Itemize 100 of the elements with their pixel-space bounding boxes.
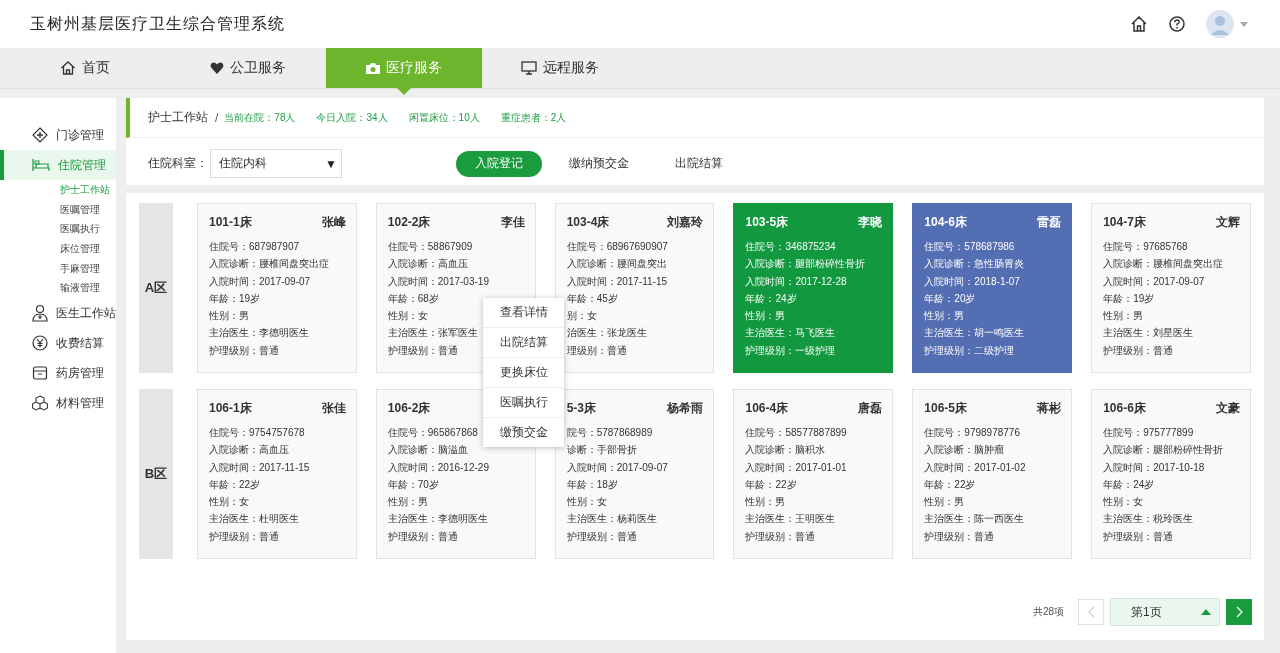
patient-detail: 护理级别：一级护理 bbox=[745, 343, 836, 358]
patient-detail: 年龄：45岁 bbox=[566, 291, 618, 306]
patient-detail: 入院诊断：腿部粉碎性骨折 bbox=[1103, 443, 1224, 458]
patient-detail: 入院诊断：高血压 bbox=[387, 257, 468, 272]
bed-number: 106-6床 bbox=[1103, 399, 1146, 417]
patient-detail: 入院时间：2017-12-28 bbox=[745, 274, 847, 289]
patient-detail: 入院诊断：腿部粉碎性骨折 bbox=[745, 257, 866, 272]
bed-number: 103-4床 bbox=[566, 213, 610, 231]
patient-detail: 住院号：687987907 bbox=[208, 240, 299, 254]
patient-detail: 性别：女 bbox=[1103, 495, 1144, 510]
patient-detail: 护理级别：普通 bbox=[566, 529, 637, 544]
patient-detail: 主治医生：王明医生 bbox=[745, 512, 836, 527]
patient-detail: 主治医生：刘星医生 bbox=[1103, 326, 1194, 341]
patient-detail: 入院诊断：腰椎间盘突出症 bbox=[208, 257, 329, 272]
patient-detail: 入院诊断：脑溢血 bbox=[387, 443, 468, 458]
patient-detail: 入院诊断：急性肠胃炎 bbox=[924, 257, 1025, 272]
patient-detail: 性别：男 bbox=[1103, 309, 1144, 324]
patient-detail: 护理级别：普通 bbox=[1103, 343, 1174, 358]
patient-detail: 性别：男 bbox=[924, 495, 965, 510]
bed-number: 104-6床 bbox=[924, 213, 968, 231]
patient-detail: 性别：男 bbox=[387, 495, 428, 510]
page-title: 护士工作站 bbox=[148, 109, 208, 126]
patient-detail: 住院号：965867868 bbox=[387, 426, 478, 440]
patient-name: 张峰 bbox=[321, 213, 346, 231]
patient-detail: 入院时间：2017-11-15 bbox=[566, 274, 668, 289]
patient-detail: 护理级别：普通 bbox=[208, 529, 279, 544]
patient-name: 雷磊 bbox=[1037, 213, 1062, 231]
bed-number: 103-5床 bbox=[745, 213, 789, 231]
patient-detail: 性别：女 bbox=[208, 495, 249, 510]
department-label: 住院科室： bbox=[148, 155, 208, 172]
patient-detail: 诊断：手部骨折 bbox=[566, 443, 637, 458]
patient-name: 张佳 bbox=[321, 399, 346, 417]
patient-detail: 治医生：张龙医生 bbox=[566, 326, 647, 341]
patient-detail: 主治医生：税玲医生 bbox=[1103, 512, 1194, 527]
patient-detail: 入院时间：2017-09-07 bbox=[566, 460, 668, 475]
patient-detail: 院号：5787868989 bbox=[566, 426, 653, 440]
patient-detail: 主治医生：李德明医生 bbox=[387, 512, 488, 527]
stat-label: 闲置床位：10人 bbox=[408, 110, 480, 125]
patient-name: 文豪 bbox=[1216, 399, 1240, 417]
patient-detail: 入院时间：2018-1-07 bbox=[924, 274, 1020, 289]
patient-detail: 年龄：18岁 bbox=[566, 477, 618, 492]
patient-detail: 年龄：24岁 bbox=[1103, 477, 1155, 492]
app-title: 玉树州基层医疗卫生综合管理系统 bbox=[30, 13, 285, 35]
bed-number: 102-2床 bbox=[387, 213, 431, 231]
patient-detail: 入院诊断：脑肿瘤 bbox=[924, 443, 1005, 458]
patient-detail: 入院时间：2017-11-15 bbox=[208, 460, 310, 475]
zone-label: B区 bbox=[139, 389, 173, 559]
patient-detail: 年龄：24岁 bbox=[745, 291, 797, 306]
patient-detail: 性别：男 bbox=[208, 309, 249, 324]
patient-name: 李佳 bbox=[500, 213, 525, 231]
patient-detail: 主治医生：马飞医生 bbox=[745, 326, 836, 341]
bed-number: 101-1床 bbox=[208, 213, 252, 231]
patient-detail: 主治医生：杜明医生 bbox=[208, 512, 299, 527]
total-count: 共28项 bbox=[1032, 605, 1064, 619]
patient-detail: 入院诊断：腰间盘突出 bbox=[566, 257, 667, 272]
patient-detail: 年龄：20岁 bbox=[924, 291, 976, 306]
patient-name: 李晓 bbox=[858, 213, 883, 231]
patient-detail: 护理级别：二级护理 bbox=[924, 343, 1015, 358]
patient-detail: 年龄：19岁 bbox=[1103, 291, 1155, 306]
bed-number: 106-2床 bbox=[387, 399, 431, 417]
patient-detail: 性别：男 bbox=[745, 495, 786, 510]
patient-detail: 护理级别：普通 bbox=[924, 529, 995, 544]
patient-detail: 住院号：9754757678 bbox=[208, 426, 305, 440]
patient-detail: 年龄：22岁 bbox=[924, 477, 976, 492]
patient-detail: 年龄：68岁 bbox=[387, 291, 439, 306]
patient-detail: 入院时间：2017-09-07 bbox=[1103, 274, 1205, 289]
patient-detail: 年龄：22岁 bbox=[745, 477, 797, 492]
patient-detail: 年龄：22岁 bbox=[208, 477, 261, 492]
patient-detail: 入院诊断：高血压 bbox=[208, 443, 289, 458]
patient-detail: 入院时间：2017-01-01 bbox=[745, 460, 847, 475]
patient-detail: 主治医生：李德明医生 bbox=[208, 326, 309, 341]
patient-detail: 主治医生：陈一西医生 bbox=[924, 512, 1025, 527]
patient-detail: 主治医生：张军医生 bbox=[387, 326, 478, 341]
patient-name: 蒋彬 bbox=[1037, 399, 1062, 417]
patient-detail: 住院号：58577887899 bbox=[745, 426, 847, 440]
patient-detail: 住院号：9798978776 bbox=[924, 426, 1020, 440]
zone-label: A区 bbox=[139, 203, 173, 373]
patient-detail: 性别：女 bbox=[566, 495, 607, 510]
bed-number: 106-4床 bbox=[745, 399, 789, 417]
patient-detail: 年龄：70岁 bbox=[387, 477, 439, 492]
patient-name: 杨希雨 bbox=[667, 399, 704, 417]
breadcrumb-separator: / bbox=[215, 110, 219, 125]
patient-detail: 入院诊断：脑积水 bbox=[745, 443, 826, 458]
patient-detail: 入院时间：2017-10-18 bbox=[1103, 460, 1205, 475]
patient-detail: 护理级别：普通 bbox=[208, 343, 279, 358]
patient-detail: 住院号：58867909 bbox=[387, 240, 473, 254]
patient-detail: 年龄：19岁 bbox=[208, 291, 261, 306]
patient-detail: 住院号：975777899 bbox=[1103, 426, 1194, 440]
stat-label: 当前在院：78人 bbox=[224, 110, 296, 125]
patient-detail: 主治医生：杨莉医生 bbox=[566, 512, 657, 527]
bed-number: 106-5床 bbox=[924, 399, 968, 417]
patient-name: 唐磊 bbox=[858, 399, 883, 417]
patient-detail: 入院时间：2016-12-29 bbox=[387, 460, 489, 475]
patient-detail: 主治医生：胡一鸣医生 bbox=[924, 326, 1025, 341]
patient-detail: 入院诊断：腰椎间盘突出症 bbox=[1103, 257, 1224, 272]
patient-detail: 别：女 bbox=[566, 309, 597, 324]
patient-detail: 入院时间：2017-01-02 bbox=[924, 460, 1026, 475]
patient-detail: 入院时间：2017-09-07 bbox=[208, 274, 311, 289]
bed-number: 104-7床 bbox=[1103, 213, 1146, 231]
patient-detail: 住院号：97685768 bbox=[1103, 240, 1188, 254]
